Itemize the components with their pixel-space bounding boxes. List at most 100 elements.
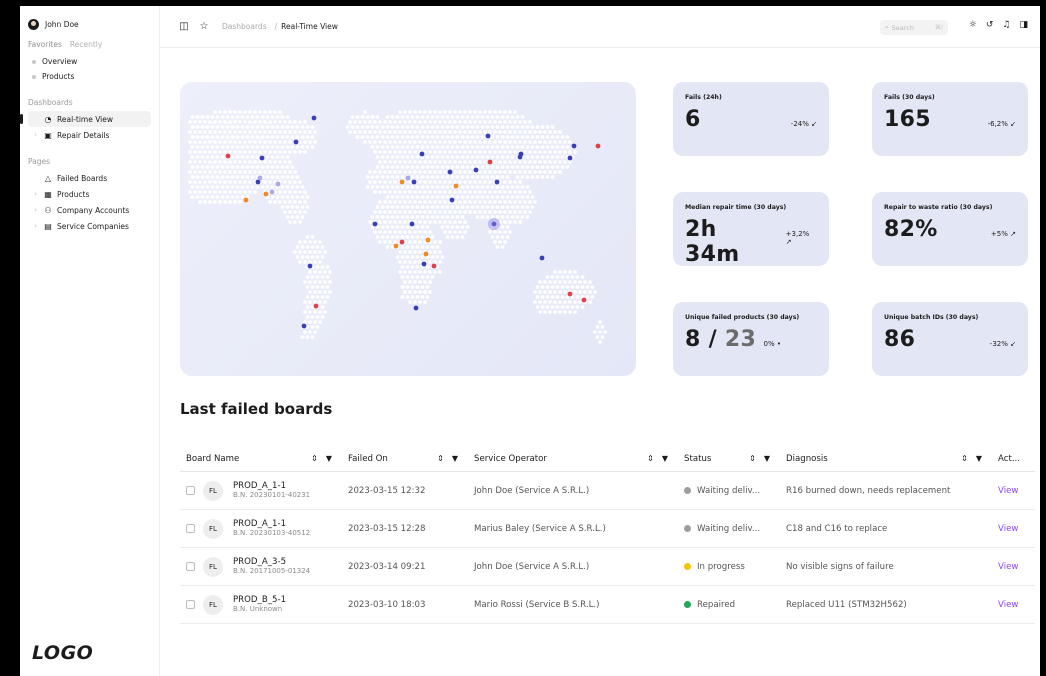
land-dot [385, 175, 390, 179]
favorite-item-overview[interactable]: Overview [28, 54, 151, 69]
sidebar-item-repair-details[interactable]: › ▣ Repair Details [28, 127, 151, 143]
sort-icon[interactable]: ⇕ [311, 454, 318, 463]
land-dot [463, 180, 467, 184]
filter-icon[interactable]: ▼ [764, 454, 770, 463]
column-failed-on[interactable]: Failed On ⇕ ▼ [342, 446, 468, 471]
land-dot [473, 140, 477, 144]
land-dot [443, 150, 447, 154]
filter-icon[interactable]: ▼ [452, 454, 458, 463]
row-checkbox[interactable] [186, 524, 195, 533]
land-dot [438, 180, 442, 184]
land-dot [475, 215, 480, 219]
bell-icon[interactable]: ♫ [1002, 20, 1010, 30]
tab-recently[interactable]: Recently [70, 40, 102, 49]
land-dot [423, 110, 427, 114]
view-link[interactable]: View [998, 524, 1018, 534]
sort-icon[interactable]: ⇕ [749, 454, 756, 463]
land-dot [465, 225, 470, 229]
land-dot [310, 125, 315, 129]
row-checkbox[interactable] [186, 600, 195, 609]
land-dot [428, 270, 432, 274]
land-dot [418, 220, 422, 224]
table-row[interactable]: FL PROD_A_1-1 B.N. 20230103-40512 2023-0… [180, 510, 1035, 548]
column-board-name[interactable]: Board Name ⇕ ▼ [180, 446, 342, 471]
land-dot [253, 120, 257, 124]
land-dot [425, 285, 430, 289]
land-dot [300, 255, 305, 259]
land-dot [253, 170, 257, 174]
land-dot [533, 200, 537, 204]
user-profile[interactable]: John Doe [28, 16, 151, 32]
filter-icon[interactable]: ▼ [976, 454, 982, 463]
land-dot [450, 235, 455, 239]
sort-icon[interactable]: ⇕ [647, 454, 654, 463]
view-link[interactable]: View [998, 562, 1018, 572]
column-service-operator[interactable]: Service Operator ⇕ ▼ [468, 446, 678, 471]
sidebar-item-failed-boards[interactable]: △ Failed Boards [28, 170, 151, 186]
land-dot [355, 135, 360, 139]
table-row[interactable]: FL PROD_A_1-1 B.N. 20230101-40231 2023-0… [180, 472, 1035, 510]
land-dot [493, 190, 497, 194]
filter-icon[interactable]: ▼ [662, 454, 668, 463]
land-dot [240, 185, 245, 189]
land-dot [320, 285, 325, 289]
land-dot [508, 170, 512, 174]
sidebar-item-service-companies[interactable]: › ▤ Service Companies [28, 218, 151, 234]
land-dot [503, 140, 507, 144]
land-dot [530, 205, 535, 209]
star-icon[interactable]: ☆ [198, 21, 210, 32]
sidebar-toggle-icon[interactable]: ◫ [178, 21, 190, 32]
history-icon[interactable]: ↺ [986, 20, 994, 30]
panel-toggle-icon[interactable]: ◨ [1019, 20, 1028, 30]
land-dot [545, 145, 550, 149]
land-dot [390, 225, 395, 229]
failed-boards-table: Board Name ⇕ ▼ Failed On ⇕ ▼ Service Opera… [180, 446, 1035, 624]
row-checkbox[interactable] [186, 562, 195, 571]
tab-favorites[interactable]: Favorites [28, 40, 62, 49]
land-dot [450, 155, 455, 159]
land-dot [263, 170, 267, 174]
land-dot [260, 135, 265, 139]
land-dot [415, 195, 420, 199]
land-dot [398, 110, 402, 114]
land-dot [290, 165, 295, 169]
sidebar-item-products[interactable]: › ▦ Products [28, 186, 151, 202]
sort-icon[interactable]: ⇕ [961, 454, 968, 463]
land-dot [350, 125, 355, 129]
land-dot [543, 150, 547, 154]
land-dot [313, 280, 317, 284]
land-dot [315, 295, 320, 299]
column-status[interactable]: Status ⇕ ▼ [678, 446, 780, 471]
view-link[interactable]: View [998, 600, 1018, 610]
land-dot [308, 240, 312, 244]
filter-icon[interactable]: ▼ [326, 454, 332, 463]
land-dot [408, 240, 412, 244]
land-dot [388, 190, 392, 194]
land-dot [230, 175, 235, 179]
column-diagnosis[interactable]: Diagnosis ⇕ ▼ [780, 446, 992, 471]
table-row[interactable]: FL PROD_B_5-1 B.N. Unknown 2023-03-10 18… [180, 586, 1035, 624]
land-dot [553, 140, 557, 144]
land-dot [520, 195, 525, 199]
map-marker [449, 197, 455, 203]
stat-card-unique-failed-products: Unique failed products (30 days) 8 / 23 … [673, 302, 829, 376]
land-dot [390, 175, 395, 179]
favorite-item-products[interactable]: Products [28, 69, 151, 84]
land-dot [310, 275, 315, 279]
land-dot [488, 200, 492, 204]
land-dot [483, 150, 487, 154]
row-checkbox[interactable] [186, 486, 195, 495]
sort-icon[interactable]: ⇕ [437, 454, 444, 463]
view-link[interactable]: View [998, 486, 1018, 496]
sidebar-item-company-accounts[interactable]: › ⚇ Company Accounts [28, 202, 151, 218]
sidebar-item-real-time-view[interactable]: ◔ Real-time View [20, 111, 151, 127]
breadcrumb-root[interactable]: Dashboards [222, 22, 267, 31]
land-dot [310, 315, 315, 319]
land-dot [410, 245, 415, 249]
sidebar-item-label: Real-time View [57, 114, 114, 124]
table-row[interactable]: FL PROD_A_3-5 B.N. 20171005-01324 2023-0… [180, 548, 1035, 586]
world-map[interactable] [180, 82, 636, 376]
sun-icon[interactable]: ☼ [969, 20, 977, 30]
search-input[interactable]: ⌕ Search ⌘/ [880, 20, 948, 35]
land-dot [210, 195, 215, 199]
